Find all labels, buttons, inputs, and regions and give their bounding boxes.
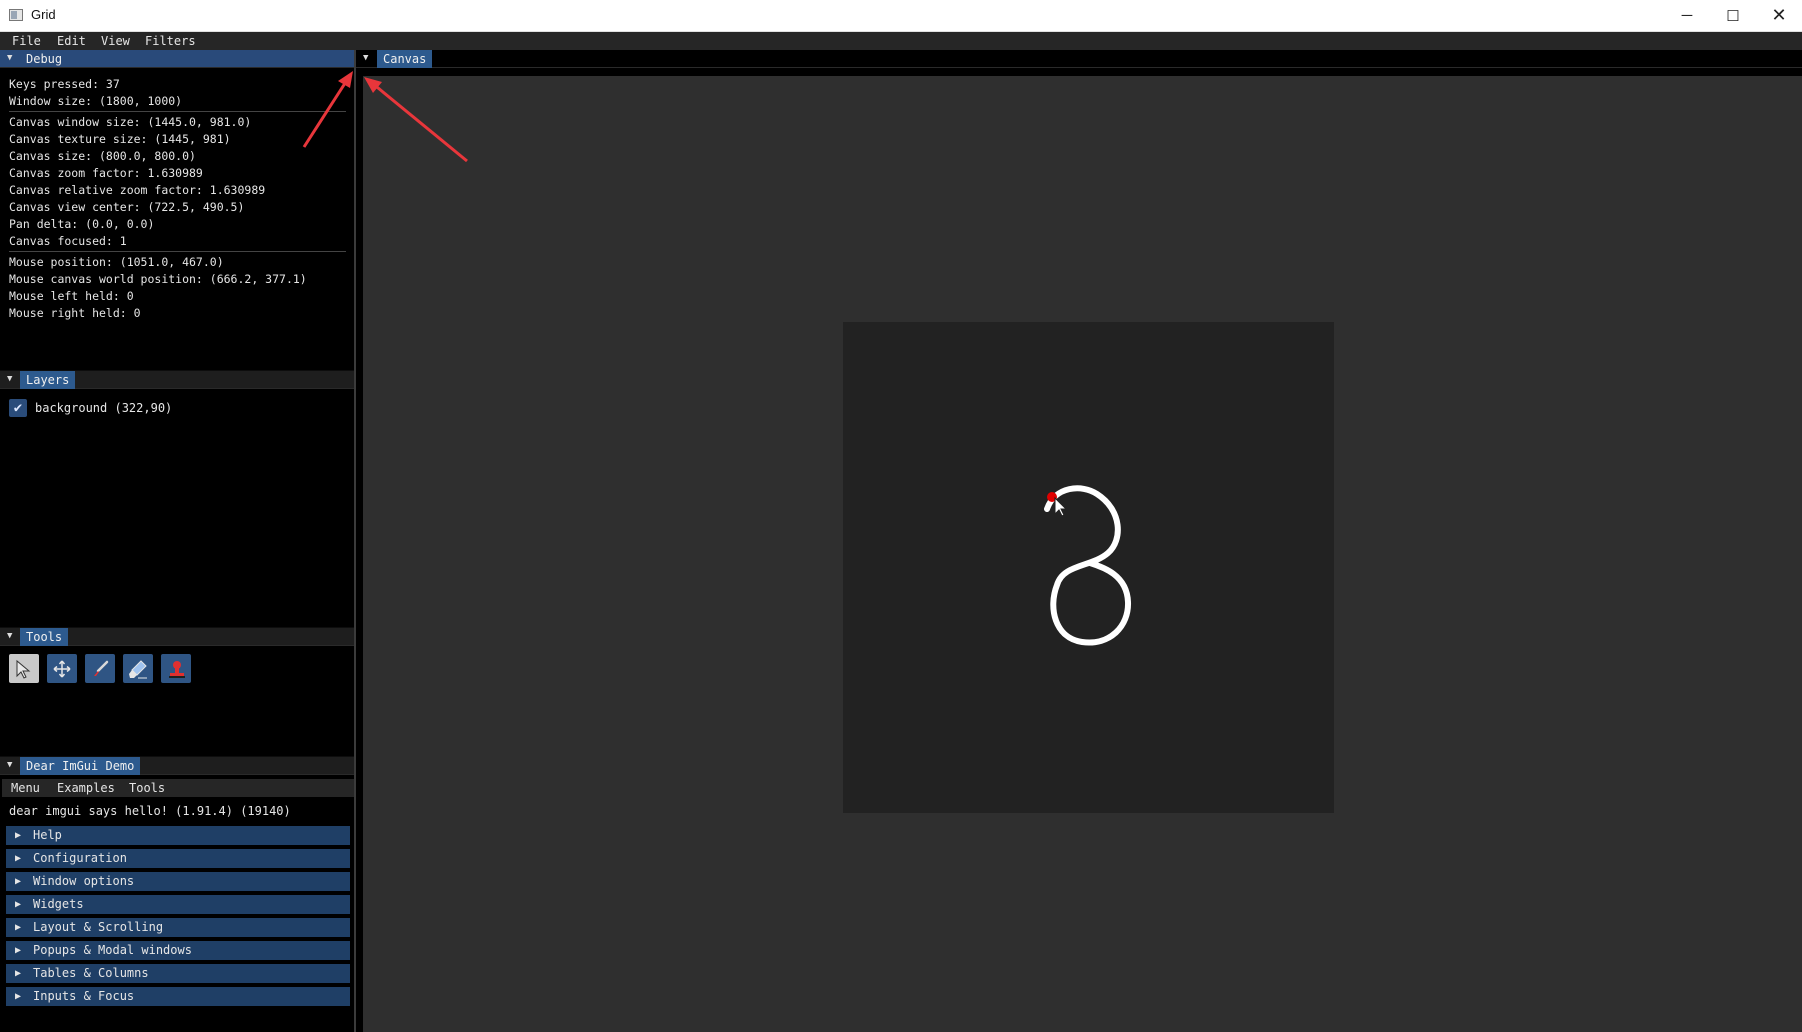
header-configuration[interactable]: ▶ Configuration: [6, 849, 350, 868]
separator: [9, 251, 346, 252]
main-menu-bar: File Edit View Filters: [0, 32, 1802, 50]
debug-mouse-left-held: Mouse left held: 0: [9, 289, 134, 303]
window-titlebar: Grid ─ ☐ ✕: [0, 0, 1802, 32]
collapse-triangle-icon[interactable]: ▼: [7, 760, 18, 771]
menu-edit[interactable]: Edit: [57, 34, 86, 48]
select-tool-button[interactable]: [9, 654, 39, 683]
menu-file[interactable]: File: [12, 34, 41, 48]
debug-canvas-view-center: Canvas view center: (722.5, 490.5): [9, 200, 245, 214]
collapse-triangle-icon[interactable]: ▼: [363, 53, 374, 64]
header-help[interactable]: ▶ Help: [6, 826, 350, 845]
header-layout-scrolling[interactable]: ▶ Layout & Scrolling: [6, 918, 350, 937]
maximize-button[interactable]: ☐: [1710, 0, 1756, 31]
debug-mouse-world-position: Mouse canvas world position: (666.2, 377…: [9, 272, 307, 286]
minimize-button[interactable]: ─: [1664, 0, 1710, 31]
expand-arrow-icon: ▶: [15, 876, 22, 887]
move-tool-button[interactable]: [47, 654, 77, 683]
collapse-triangle-icon[interactable]: ▼: [7, 631, 18, 642]
demo-menu-menu[interactable]: Menu: [11, 781, 40, 795]
debug-keys-pressed: Keys pressed: 37: [9, 77, 120, 91]
demo-hello-text: dear imgui says hello! (1.91.4) (19140): [9, 804, 291, 818]
debug-window-size: Window size: (1800, 1000): [9, 94, 183, 108]
debug-panel-titlebar[interactable]: ▼ Debug: [0, 50, 354, 68]
collapse-triangle-icon[interactable]: ▼: [7, 53, 18, 64]
eraser-icon: [129, 659, 147, 678]
debug-mouse-right-held: Mouse right held: 0: [9, 306, 141, 320]
expand-arrow-icon: ▶: [15, 853, 22, 864]
header-tables-columns[interactable]: ▶ Tables & Columns: [6, 964, 350, 983]
layer-visibility-checkbox[interactable]: ✔: [9, 399, 27, 417]
debug-canvas-window-size: Canvas window size: (1445.0, 981.0): [9, 115, 252, 129]
header-window-options[interactable]: ▶ Window options: [6, 872, 350, 891]
expand-arrow-icon: ▶: [15, 922, 22, 933]
layers-panel-titlebar[interactable]: ▼ Layers: [0, 371, 354, 389]
debug-canvas-zoom: Canvas zoom factor: 1.630989: [9, 166, 203, 180]
layer-item-label[interactable]: background (322,90): [35, 401, 172, 415]
demo-panel-titlebar[interactable]: ▼ Dear ImGui Demo: [0, 757, 354, 775]
expand-arrow-icon: ▶: [15, 830, 22, 841]
tab-layers[interactable]: Layers: [20, 371, 76, 389]
demo-menu-bar: Menu Examples Tools: [2, 779, 354, 797]
tab-tools[interactable]: Tools: [20, 628, 69, 646]
tab-dear-imgui-demo[interactable]: Dear ImGui Demo: [20, 757, 141, 775]
layers-panel: ✔ background (322,90): [0, 389, 354, 627]
debug-pan-delta: Pan delta: (0.0, 0.0): [9, 217, 155, 231]
checkmark-icon: ✔: [13, 400, 23, 416]
expand-arrow-icon: ▶: [15, 899, 22, 910]
app-icon: [9, 9, 23, 21]
tab-canvas[interactable]: Canvas: [377, 50, 433, 68]
header-widgets[interactable]: ▶ Widgets: [6, 895, 350, 914]
stamp-icon: [169, 660, 185, 678]
header-inputs-focus[interactable]: ▶ Inputs & Focus: [6, 987, 350, 1006]
menu-view[interactable]: View: [101, 34, 130, 48]
debug-canvas-size: Canvas size: (800.0, 800.0): [9, 149, 196, 163]
expand-arrow-icon: ▶: [15, 991, 22, 1002]
expand-arrow-icon: ▶: [15, 945, 22, 956]
canvas-panel-titlebar[interactable]: ▼ Canvas: [356, 50, 1802, 68]
debug-mouse-position: Mouse position: (1051.0, 467.0): [9, 255, 224, 269]
demo-menu-examples[interactable]: Examples: [57, 781, 115, 795]
stamp-tool-button[interactable]: [161, 654, 191, 683]
eraser-tool-button[interactable]: [123, 654, 153, 683]
close-button[interactable]: ✕: [1756, 0, 1802, 31]
tab-debug[interactable]: Debug: [20, 50, 68, 68]
menu-filters[interactable]: Filters: [145, 34, 196, 48]
canvas-drawing-surface[interactable]: [843, 322, 1334, 813]
header-popups-modal[interactable]: ▶ Popups & Modal windows: [6, 941, 350, 960]
cursor-arrow-icon: [16, 659, 31, 679]
collapse-triangle-icon[interactable]: ▼: [7, 374, 18, 385]
debug-canvas-texture-size: Canvas texture size: (1445, 981): [9, 132, 231, 146]
debug-canvas-relative-zoom: Canvas relative zoom factor: 1.630989: [9, 183, 266, 197]
tools-panel-titlebar[interactable]: ▼ Tools: [0, 628, 354, 646]
expand-arrow-icon: ▶: [15, 968, 22, 979]
move-arrows-icon: [53, 660, 71, 677]
brush-icon: [94, 660, 109, 676]
debug-canvas-focused: Canvas focused: 1: [9, 234, 127, 248]
window-title: Grid: [31, 7, 56, 22]
brush-tool-button[interactable]: [85, 654, 115, 683]
debug-panel: Keys pressed: 37 Window size: (1800, 100…: [0, 68, 354, 370]
demo-menu-tools[interactable]: Tools: [129, 781, 165, 795]
separator: [9, 111, 346, 112]
